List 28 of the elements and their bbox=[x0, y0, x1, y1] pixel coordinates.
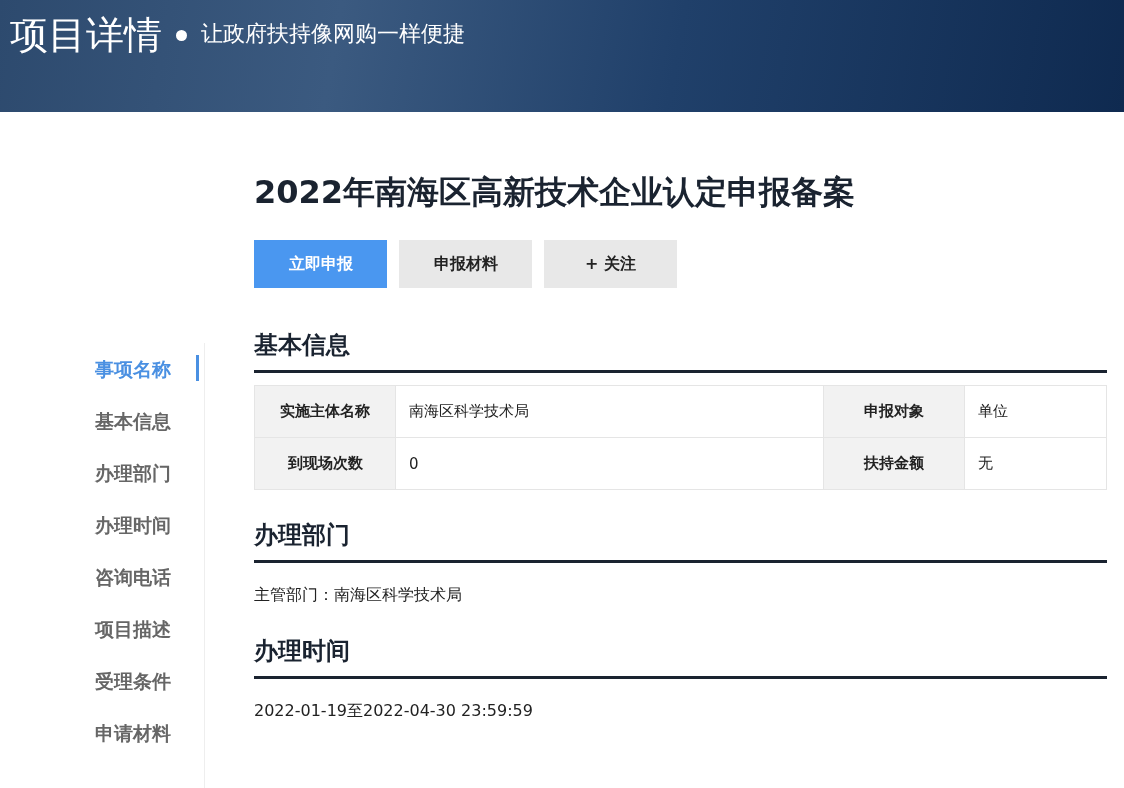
table-cell: 0 bbox=[395, 437, 823, 490]
slogan: 让政府扶持像网购一样便捷 bbox=[201, 20, 465, 48]
section-text: 2022-01-19至2022-04-30 23:59:59 bbox=[254, 701, 534, 722]
table-cell: 无 bbox=[964, 437, 1107, 490]
nav-item[interactable]: 办理部门 bbox=[95, 459, 199, 485]
section-text: 主管部门：南海区科学技术局 bbox=[254, 585, 463, 606]
section-title: 办理时间 bbox=[254, 634, 1107, 679]
nav-item[interactable]: 基本信息 bbox=[95, 407, 199, 433]
table-cell: 单位 bbox=[964, 385, 1107, 438]
nav-item[interactable]: 办理时间 bbox=[95, 511, 199, 537]
action-button[interactable]: + 关注 bbox=[544, 240, 677, 288]
table-label-cell: 到现场次数 bbox=[254, 437, 396, 490]
nav-item[interactable]: 咨询电话 bbox=[95, 563, 199, 589]
nav-item[interactable]: 申请材料 bbox=[95, 719, 199, 745]
section-title: 办理部门 bbox=[254, 518, 1107, 563]
nav-item[interactable]: 项目描述 bbox=[95, 615, 199, 641]
section-title: 基本信息 bbox=[254, 328, 1107, 373]
table-cell: 南海区科学技术局 bbox=[395, 385, 823, 438]
project-title: 2022年南海区高新技术企业认定申报备案 bbox=[254, 172, 857, 213]
apply-button[interactable]: 立即申报 bbox=[254, 240, 387, 288]
action-button[interactable]: 申报材料 bbox=[399, 240, 532, 288]
table-label-cell: 实施主体名称 bbox=[254, 385, 396, 438]
nav-item[interactable]: 受理条件 bbox=[95, 667, 199, 693]
table-label-cell: 扶持金额 bbox=[823, 437, 964, 490]
nav-item[interactable]: 事项名称 bbox=[95, 355, 199, 381]
page-title: 项目详情 bbox=[10, 12, 162, 59]
dot-icon bbox=[176, 30, 187, 41]
table-label-cell: 申报对象 bbox=[823, 385, 964, 438]
